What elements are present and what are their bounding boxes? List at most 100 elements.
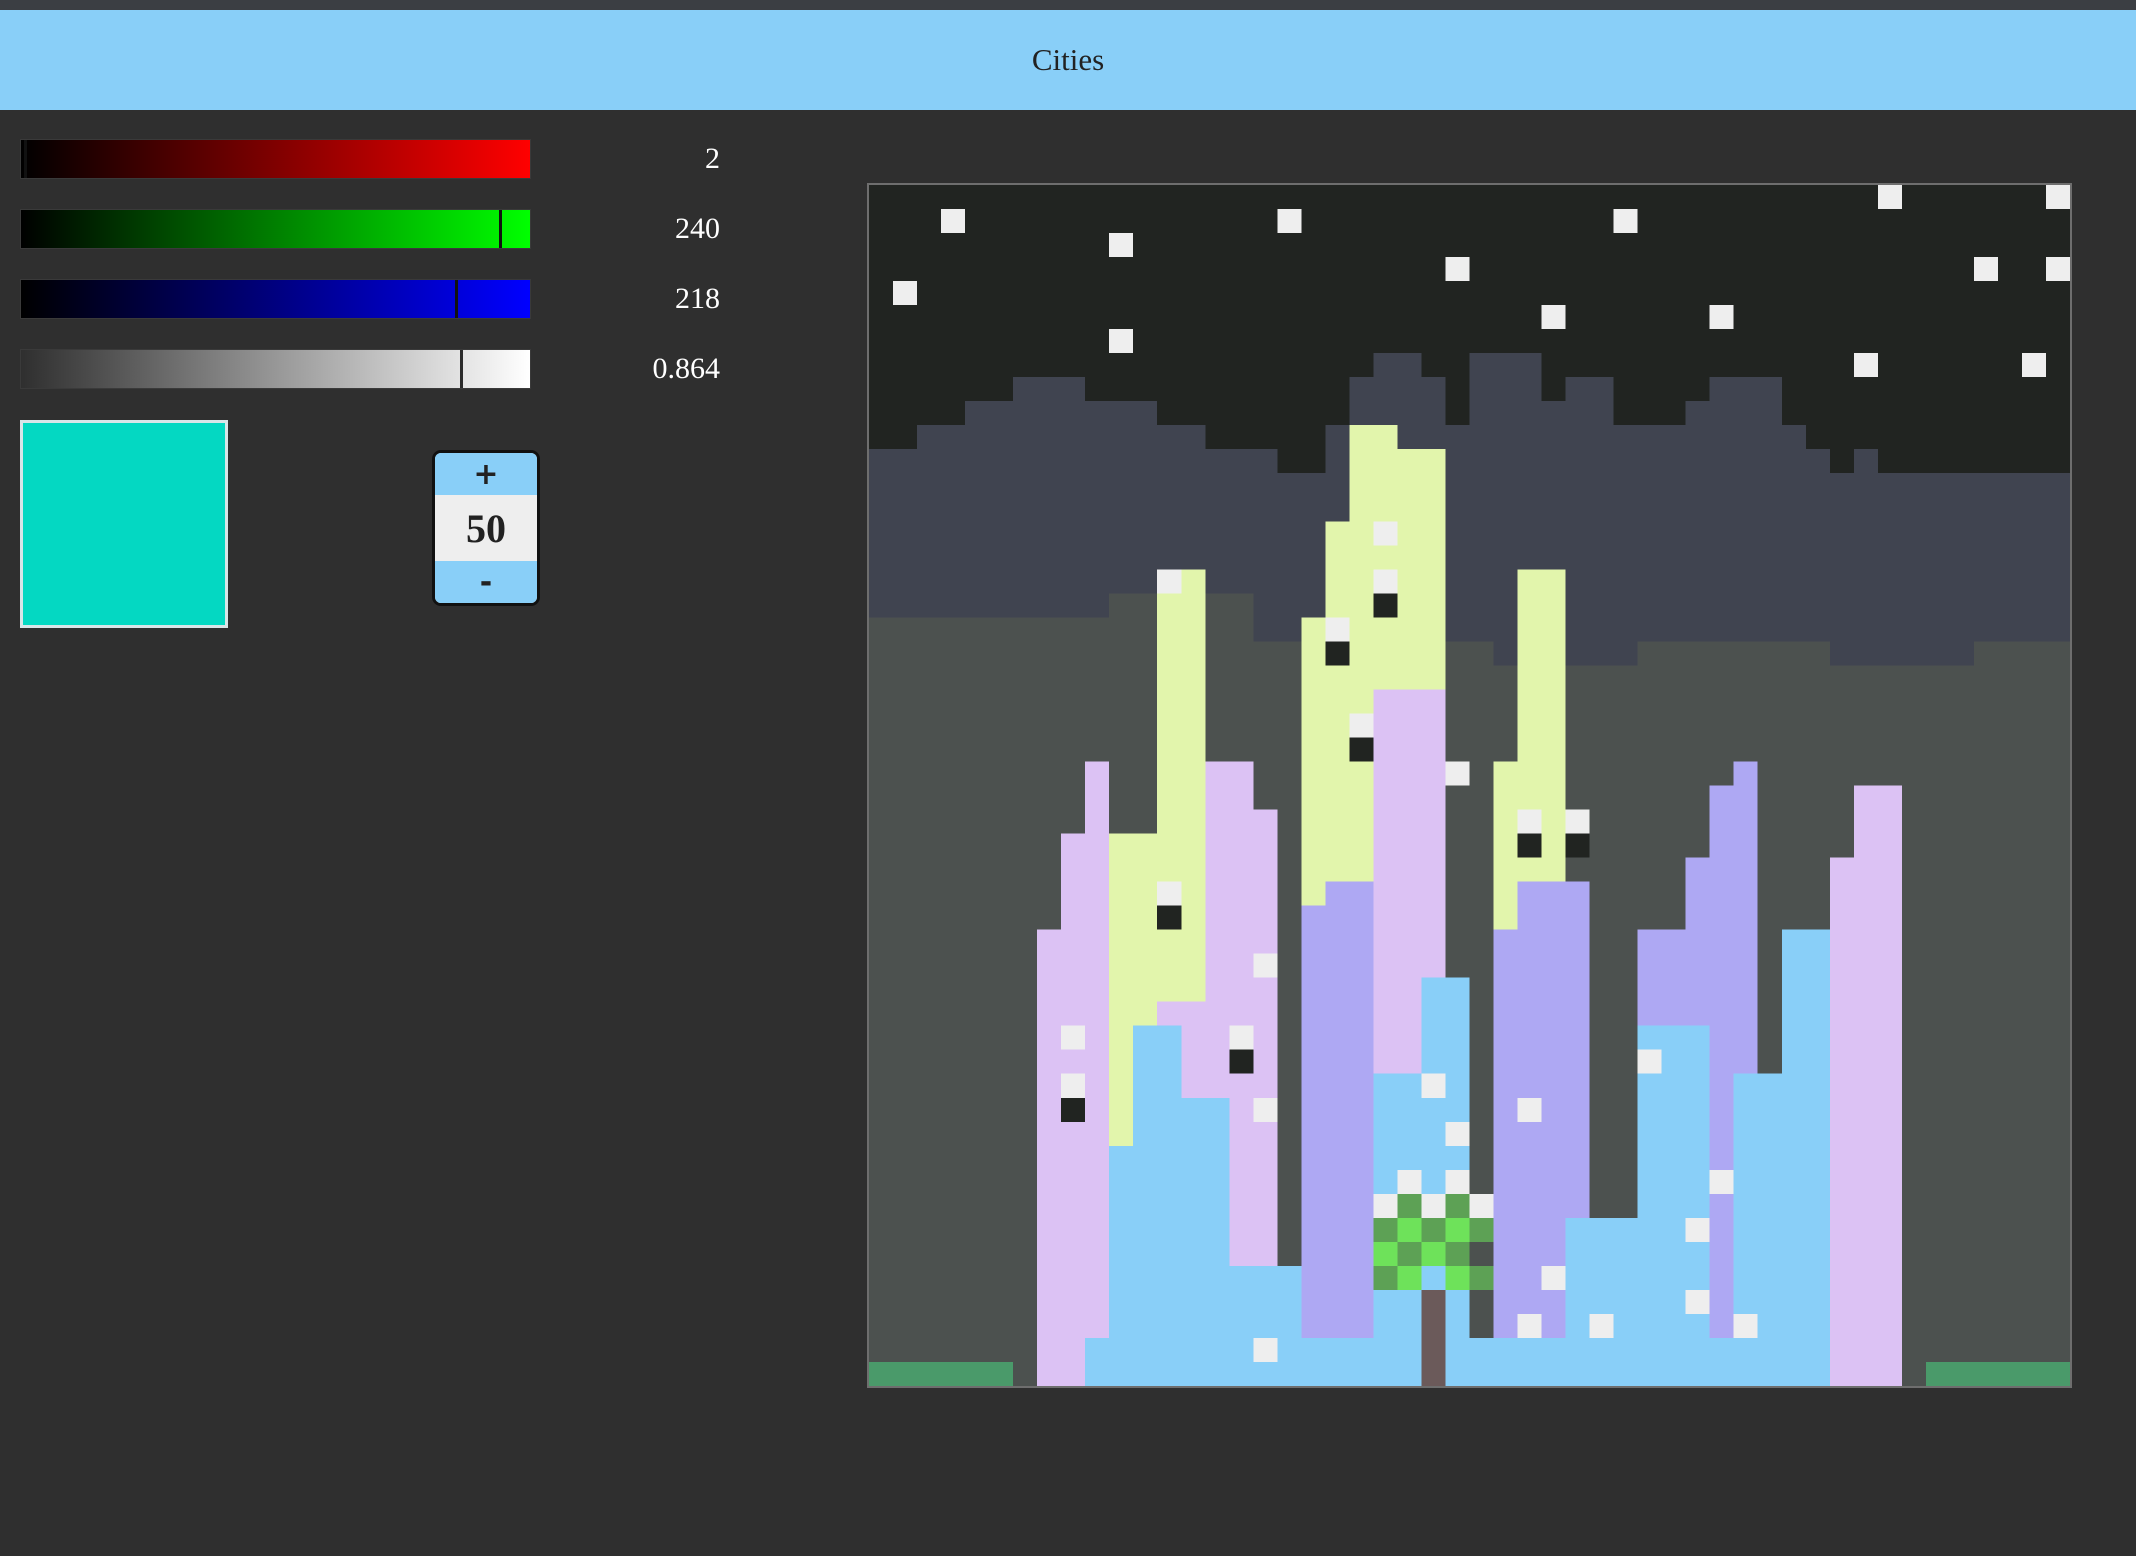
tree-leaf — [1373, 1217, 1398, 1242]
pink-tower — [1853, 785, 1902, 1386]
lit-window — [1229, 1025, 1254, 1050]
lit-window — [1157, 881, 1182, 906]
tree-leaf — [1421, 1241, 1446, 1266]
tree-blossom — [1445, 1169, 1470, 1194]
blue-slider-thumb[interactable] — [455, 280, 459, 318]
lit-window — [1253, 953, 1278, 978]
red-slider-thumb[interactable] — [23, 140, 27, 178]
star — [1277, 209, 1302, 234]
star — [1853, 353, 1878, 378]
blue-tower — [1637, 1025, 1710, 1386]
lit-window — [1541, 1265, 1566, 1290]
star — [2021, 353, 2046, 378]
lit-window — [1061, 1025, 1086, 1050]
tree-leaf — [1373, 1265, 1398, 1290]
tree-leaf — [1469, 1265, 1494, 1290]
lit-window — [1373, 569, 1398, 594]
lit-window — [1517, 1313, 1542, 1338]
star — [893, 281, 918, 306]
tree-leaf — [1421, 1217, 1446, 1242]
lit-window — [1445, 1121, 1470, 1146]
tree-trunk — [1421, 1289, 1446, 1386]
dark-window — [1325, 641, 1350, 666]
app-header: Cities — [0, 10, 2136, 110]
lit-window — [1349, 713, 1374, 738]
tree-leaf — [1397, 1241, 1422, 1266]
blue-slider[interactable] — [20, 279, 531, 319]
blue-tower — [1085, 1337, 1758, 1386]
dark-window — [1061, 1097, 1086, 1122]
dark-window — [1565, 833, 1590, 858]
tree-blossom — [1397, 1169, 1422, 1194]
star — [1973, 257, 1998, 282]
alpha-slider-thumb[interactable] — [459, 350, 463, 388]
star — [2045, 185, 2070, 210]
tree-leaf — [1469, 1217, 1494, 1242]
lit-window — [1565, 809, 1590, 834]
mid-building — [1925, 665, 1950, 1386]
tree-leaf — [1445, 1241, 1470, 1266]
lit-window — [1517, 1097, 1542, 1122]
mid-building — [1901, 665, 1926, 1386]
mid-building — [941, 617, 966, 1386]
window-top-bar — [0, 0, 2136, 10]
star — [1445, 257, 1470, 282]
dark-window — [1229, 1049, 1254, 1074]
purple-tower — [1325, 881, 1374, 1386]
blue-tower — [1781, 929, 1830, 1386]
green-slider-thumb[interactable] — [499, 210, 503, 248]
tree-leaf — [1445, 1193, 1470, 1218]
tree-leaf — [1397, 1217, 1422, 1242]
dark-window — [1157, 905, 1182, 930]
tree-blossom — [1421, 1193, 1446, 1218]
tree-blossom — [1373, 1193, 1398, 1218]
increment-button[interactable]: + — [435, 453, 537, 495]
pixel-art-canvas[interactable] — [869, 185, 2070, 1386]
decrement-button[interactable]: - — [435, 561, 537, 603]
mid-building — [1973, 641, 1998, 1386]
lit-window — [1685, 1289, 1710, 1314]
alpha-value: 0.864 — [652, 352, 721, 385]
alpha-slider[interactable] — [20, 349, 531, 389]
red-slider[interactable] — [20, 139, 531, 179]
lit-window — [1421, 1073, 1446, 1098]
mid-building — [869, 617, 894, 1386]
lit-window — [1637, 1049, 1662, 1074]
mid-building — [2021, 641, 2046, 1386]
star — [1109, 233, 1134, 258]
pink-tower — [1085, 761, 1110, 1386]
star — [1613, 209, 1638, 234]
lit-window — [1061, 1073, 1086, 1098]
mid-building — [1997, 641, 2022, 1386]
dark-window — [1373, 593, 1398, 618]
pixel-canvas-frame — [867, 183, 2072, 1388]
tree-blossom — [1469, 1193, 1494, 1218]
red-value: 2 — [705, 142, 720, 175]
mid-building — [965, 617, 990, 1386]
mid-building — [1949, 665, 1974, 1386]
tree-leaf — [1445, 1217, 1470, 1242]
mid-building — [893, 617, 918, 1386]
grass — [869, 1361, 1014, 1386]
lit-window — [1445, 761, 1470, 786]
star — [941, 209, 966, 234]
lit-window — [1685, 1217, 1710, 1242]
star — [1709, 305, 1734, 330]
grass — [1925, 1361, 2070, 1386]
tree-leaf — [1373, 1241, 1398, 1266]
green-slider[interactable] — [20, 209, 531, 249]
lit-window — [1373, 521, 1398, 546]
dark-window — [1349, 737, 1374, 762]
lit-window — [1253, 1097, 1278, 1122]
mid-building — [1013, 617, 1038, 1386]
lit-window — [1253, 1337, 1278, 1362]
star — [1109, 329, 1134, 354]
color-preview-swatch — [20, 420, 228, 628]
star — [2045, 257, 2070, 282]
lit-window — [1157, 569, 1182, 594]
brush-size-stepper: + 50 - — [432, 450, 540, 606]
tree-leaf — [1397, 1193, 1422, 1218]
lit-window — [1709, 1169, 1734, 1194]
dark-window — [1517, 833, 1542, 858]
mid-building — [917, 617, 942, 1386]
